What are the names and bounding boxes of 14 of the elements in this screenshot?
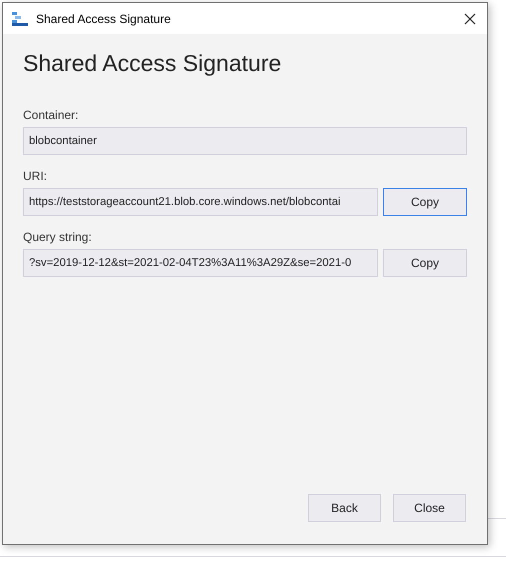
close-icon[interactable] [463, 12, 477, 26]
dialog-button[interactable]: Back [308, 494, 381, 522]
text-field[interactable]: https://teststorageaccount21.blob.core.windows.net/blobcontai [23, 188, 378, 216]
copy-button[interactable]: Copy [383, 249, 467, 277]
field-label: URI: [23, 168, 48, 185]
dialog-heading: Shared Access Signature [23, 49, 282, 78]
copy-button[interactable]: Copy [383, 188, 467, 216]
field-label: Query string: [23, 229, 93, 246]
text-field[interactable]: blobcontainer [23, 127, 467, 155]
dialog-button[interactable]: Close [393, 494, 466, 522]
text-field[interactable]: ?sv=2019-12-12&st=2021-02-04T23%3A11%3A29Z&se=2021-0 [23, 249, 378, 277]
window-title: Shared Access Signature [36, 10, 171, 28]
field-label: Container: [23, 107, 80, 124]
app-icon [12, 12, 28, 26]
